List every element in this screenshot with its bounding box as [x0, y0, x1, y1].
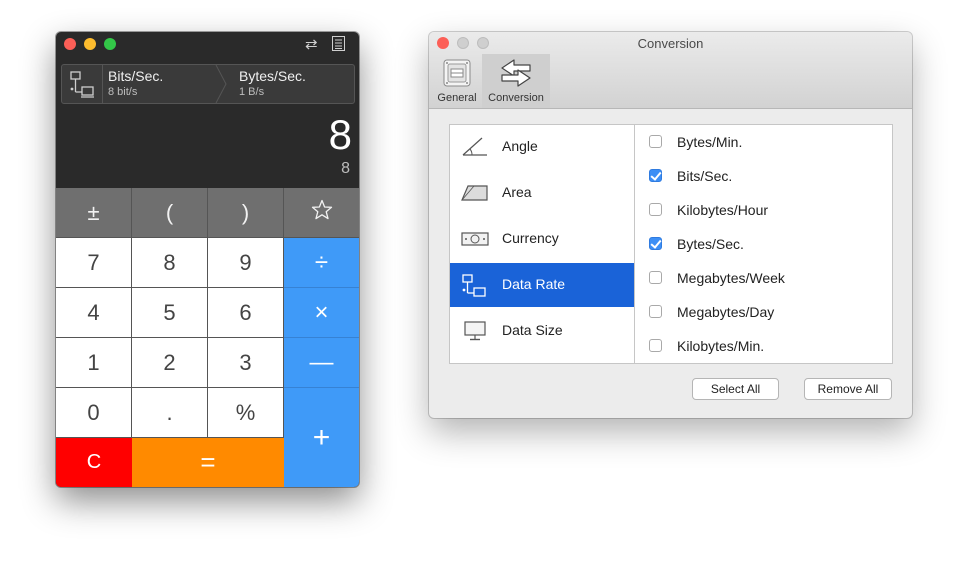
from-unit-name: Bits/Sec. — [108, 68, 164, 84]
digit-7-button[interactable]: 7 — [56, 238, 132, 288]
zoom-window-button[interactable] — [104, 38, 116, 50]
unit-label: Bytes/Min. — [677, 134, 743, 150]
unit-checkbox[interactable] — [649, 135, 662, 148]
calculator-titlebar: ⇄ — [56, 32, 359, 58]
from-unit[interactable]: Bits/Sec. 8 bit/s — [108, 68, 218, 102]
unit-checkbox[interactable] — [649, 305, 662, 318]
category-data-rate[interactable]: Data Rate — [450, 263, 636, 307]
unit-checkbox[interactable] — [649, 271, 662, 284]
minus-button[interactable]: — — [284, 338, 359, 388]
conversion-icon — [500, 58, 532, 91]
star-icon — [311, 199, 333, 227]
close-paren-button[interactable]: ) — [208, 188, 284, 238]
history-icon[interactable] — [332, 36, 345, 56]
digit-5-button[interactable]: 5 — [132, 288, 208, 338]
digit-0-button[interactable]: 0 — [56, 388, 132, 438]
category-label: Angle — [502, 138, 538, 154]
decimal-button[interactable]: . — [132, 388, 208, 438]
tab-general[interactable]: General — [435, 54, 479, 108]
unit-row[interactable]: Kilobytes/Min. — [635, 329, 892, 363]
category-list: Angle Area Currency Data Rate Data Size — [449, 124, 637, 364]
data-rate-icon — [62, 65, 103, 103]
unit-list: Bytes/Min. Bits/Sec. Kilobytes/Hour Byte… — [634, 124, 893, 364]
currency-icon — [460, 227, 490, 251]
general-icon — [442, 58, 472, 91]
window-title: Conversion — [637, 36, 704, 51]
to-unit-name: Bytes/Sec. — [239, 68, 306, 84]
to-unit-value: 1 B/s — [239, 86, 265, 98]
unit-label: Bytes/Sec. — [677, 236, 744, 252]
close-window-button[interactable] — [64, 38, 76, 50]
favorite-button[interactable] — [284, 188, 359, 238]
digit-6-button[interactable]: 6 — [208, 288, 284, 338]
data-rate-icon — [460, 273, 490, 297]
unit-label: Megabytes/Week — [677, 270, 785, 286]
plus-button[interactable]: + — [284, 388, 359, 487]
display-main-value: 8 — [328, 111, 352, 158]
category-label: Data Rate — [502, 276, 566, 292]
unit-row[interactable]: Bits/Sec. — [635, 159, 892, 193]
unit-row[interactable]: Megabytes/Day — [635, 295, 892, 329]
swap-icon[interactable]: ⇄ — [305, 36, 318, 54]
remove-all-button[interactable]: Remove All — [804, 378, 892, 400]
unit-row[interactable]: Megabytes/Week — [635, 261, 892, 295]
unit-label: Bits/Sec. — [677, 168, 733, 184]
category-data-size[interactable]: Data Size — [450, 309, 636, 353]
digit-4-button[interactable]: 4 — [56, 288, 132, 338]
unit-label: Kilobytes/Hour — [677, 202, 769, 218]
category-label: Area — [502, 184, 532, 200]
unit-checkbox[interactable] — [649, 169, 662, 182]
multiply-button[interactable]: × — [284, 288, 359, 338]
display-secondary-value: 8 — [341, 160, 350, 177]
clear-button[interactable]: C — [56, 438, 132, 487]
unit-row[interactable]: Bytes/Sec. — [635, 227, 892, 261]
category-currency[interactable]: Currency — [450, 217, 636, 261]
unit-label: Kilobytes/Min. — [677, 338, 765, 354]
percent-button[interactable]: % — [208, 388, 284, 438]
preferences-toolbar: Conversion General Conversion — [429, 32, 912, 109]
divide-button[interactable]: ÷ — [284, 238, 359, 288]
open-paren-button[interactable]: ( — [132, 188, 208, 238]
unit-checkbox[interactable] — [649, 203, 662, 216]
to-unit[interactable]: Bytes/Sec. 1 B/s — [239, 68, 349, 102]
digit-3-button[interactable]: 3 — [208, 338, 284, 388]
preferences-window: Conversion General Conversion Angle Area… — [429, 32, 912, 418]
chevron-right-icon — [212, 65, 232, 103]
digit-2-button[interactable]: 2 — [132, 338, 208, 388]
digit-8-button[interactable]: 8 — [132, 238, 208, 288]
calculator-window: ⇄ Bits/Sec. 8 bit/s Bytes/Sec. 1 B/s 8 8… — [56, 32, 359, 487]
category-angle[interactable]: Angle — [450, 125, 636, 169]
minimize-window-button[interactable] — [84, 38, 96, 50]
unit-checkbox[interactable] — [649, 237, 662, 250]
plus-minus-button[interactable]: ± — [56, 188, 132, 238]
category-area[interactable]: Area — [450, 171, 636, 215]
tab-conversion-label: Conversion — [488, 92, 544, 104]
category-label: Currency — [502, 230, 559, 246]
tab-general-label: General — [437, 92, 477, 104]
angle-icon — [460, 135, 490, 159]
conversion-bar[interactable]: Bits/Sec. 8 bit/s Bytes/Sec. 1 B/s — [61, 64, 355, 104]
unit-label: Megabytes/Day — [677, 304, 775, 320]
equals-button[interactable]: = — [132, 438, 284, 487]
unit-checkbox[interactable] — [649, 339, 662, 352]
digit-1-button[interactable]: 1 — [56, 338, 132, 388]
area-icon — [460, 181, 490, 205]
data-size-icon — [460, 319, 490, 343]
unit-row[interactable]: Kilobytes/Hour — [635, 193, 892, 227]
category-label: Data Size — [502, 322, 563, 338]
from-unit-value: 8 bit/s — [108, 86, 138, 98]
tab-conversion[interactable]: Conversion — [482, 54, 550, 108]
digit-9-button[interactable]: 9 — [208, 238, 284, 288]
select-all-button[interactable]: Select All — [692, 378, 779, 400]
unit-row[interactable]: Bytes/Min. — [635, 125, 892, 159]
